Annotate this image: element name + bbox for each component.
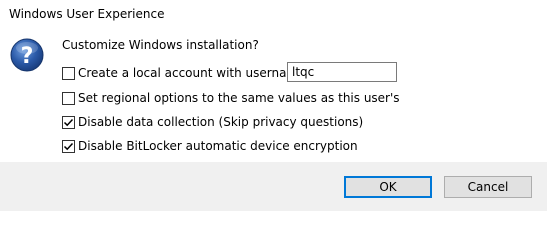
cancel-button[interactable]: Cancel [444, 176, 532, 198]
checkmark-icon [63, 118, 74, 127]
regional-options-label[interactable]: Set regional options to the same values … [78, 91, 400, 105]
title-bar: Windows User Experience [0, 0, 547, 30]
regional-options-checkbox[interactable] [62, 92, 75, 105]
prompt-text: Customize Windows installation? [62, 38, 259, 52]
button-footer: OK Cancel [0, 162, 547, 211]
ok-button[interactable]: OK [344, 176, 432, 198]
svg-text:?: ? [21, 44, 34, 69]
dialog-window: Windows User Experience ? Customize Wind… [0, 0, 547, 211]
create-local-account-label[interactable]: Create a local account with username: [78, 66, 310, 80]
disable-data-collection-checkbox[interactable] [62, 116, 75, 129]
disable-bitlocker-checkbox[interactable] [62, 140, 75, 153]
question-icon: ? [10, 38, 44, 72]
disable-data-collection-label[interactable]: Disable data collection (Skip privacy qu… [78, 115, 363, 129]
username-input[interactable] [287, 62, 397, 82]
window-title: Windows User Experience [9, 7, 165, 21]
checkmark-icon [63, 142, 74, 151]
create-local-account-checkbox[interactable] [62, 67, 75, 80]
disable-bitlocker-label[interactable]: Disable BitLocker automatic device encry… [78, 139, 358, 153]
